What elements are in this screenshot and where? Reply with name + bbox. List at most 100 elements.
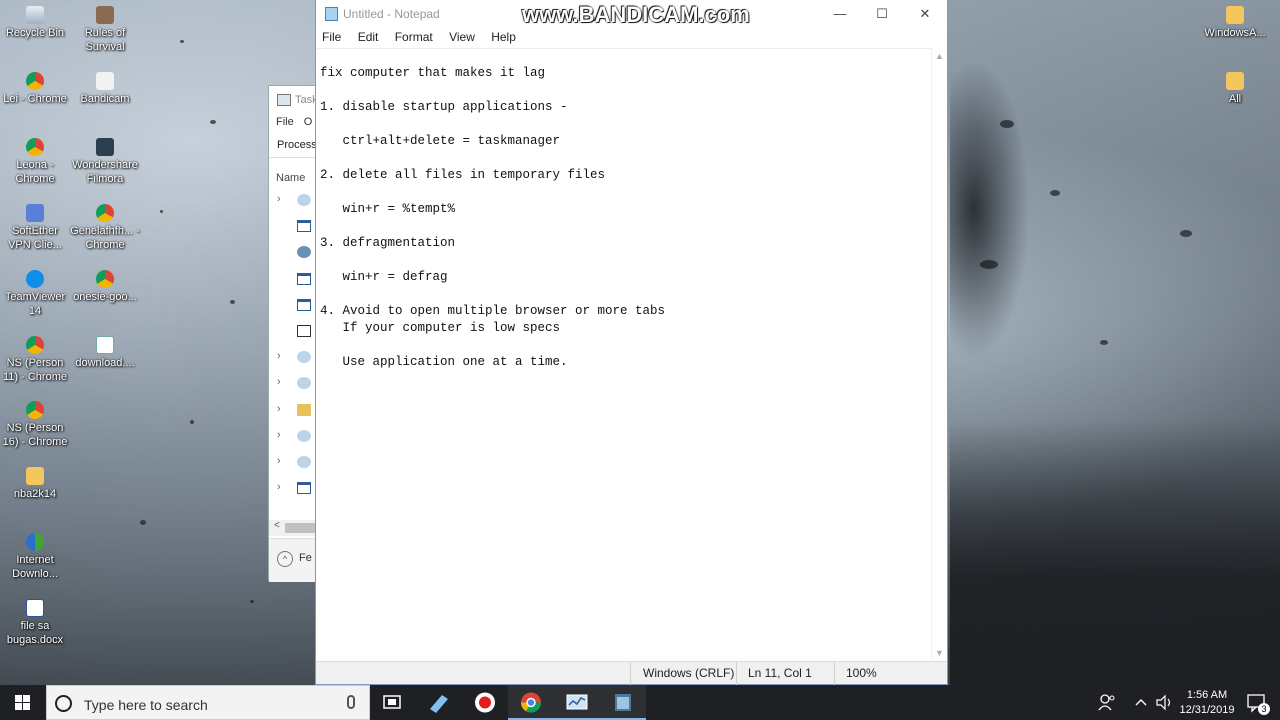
desktop-icon-teamviewer[interactable]: TeamViewer 14 (0, 270, 70, 318)
chrome-icon (26, 72, 44, 90)
desktop-icon-nba2k14[interactable]: nba2k14 (0, 467, 70, 501)
clock-time: 1:56 AM (1186, 689, 1228, 701)
window-icon (297, 272, 311, 285)
desktop-icon-label: Internet Downlo... (12, 554, 58, 580)
close-button[interactable]: ✕ (903, 0, 947, 28)
cortana-icon[interactable] (55, 695, 72, 712)
desktop-icon-ns-16[interactable]: NS (Person 16) - Chrome (0, 401, 70, 449)
menu-format[interactable]: Format (395, 30, 433, 44)
text-line: fix computer that makes it lag (320, 66, 546, 80)
notepad-menubar: File Edit Format View Help (316, 28, 947, 47)
text-editor-area[interactable]: fix computer that makes it lag 1. disabl… (316, 48, 933, 661)
clock-date: 12/31/2019 (1179, 704, 1235, 716)
desktop-icon-bandicam[interactable]: Bandicam (70, 72, 140, 106)
start-button[interactable] (0, 685, 46, 720)
scroll-left-arrow[interactable]: < (274, 520, 280, 531)
taskbar-app-chrome[interactable] (508, 685, 554, 720)
status-position: Ln 11, Col 1 (748, 666, 812, 680)
desktop-icon-label: TeamViewer 14 (4, 291, 66, 317)
notepad-icon (615, 694, 631, 711)
desktop-icon-recycle-bin[interactable]: Recycle Bin (0, 6, 70, 40)
desktop-icon-all[interactable]: All (1200, 72, 1270, 106)
people-button[interactable] (1094, 685, 1120, 720)
chevron-right-icon[interactable]: › (277, 455, 281, 467)
taskbar-app-notes[interactable] (416, 685, 462, 720)
chevron-right-icon[interactable]: › (277, 481, 281, 493)
filmora-icon (96, 138, 114, 156)
task-manager-icon (277, 94, 291, 106)
desktop-icon-download[interactable]: download.... (70, 336, 140, 370)
vpn-icon (26, 204, 44, 222)
taskbar-app-notepad[interactable] (600, 685, 646, 720)
window-title: Untitled - Notepad (343, 7, 440, 21)
taskbar-app-bandicam[interactable] (462, 685, 508, 720)
tm-menu-options[interactable]: O (304, 116, 313, 128)
desktop-icon-label: WindowsA... (1204, 27, 1266, 39)
chevron-right-icon[interactable]: › (277, 376, 281, 388)
menu-view[interactable]: View (449, 30, 475, 44)
folder-icon (1226, 72, 1244, 90)
menu-help[interactable]: Help (491, 30, 516, 44)
show-hidden-icons-button[interactable] (1130, 685, 1152, 720)
desktop-icon-windowsa[interactable]: WindowsA... (1200, 6, 1270, 40)
scroll-up-arrow[interactable]: ▲ (935, 51, 944, 61)
people-icon (1098, 694, 1115, 711)
taskbar-clock[interactable]: 1:56 AM 12/31/2019 (1176, 688, 1238, 718)
desktop-icon-filmora[interactable]: Wondershare Filmora (70, 138, 140, 186)
text-line: 3. defragmentation (320, 236, 456, 250)
fewer-details-label: Fe (299, 552, 312, 564)
window-icon (297, 298, 311, 311)
desktop-icon-label: NS (Person 16) - Chrome (2, 422, 68, 448)
desktop-icon-lei-chrome[interactable]: Lei - Chrome (0, 72, 70, 106)
desktop-icon-label: Leona - Chrome (15, 159, 55, 185)
action-center-button[interactable]: 3 (1242, 685, 1272, 720)
desktop-icon-label: All (1228, 93, 1242, 105)
notepad-icon (297, 324, 311, 337)
taskbar-search-box[interactable]: Type here to search (46, 685, 370, 720)
bandicam-icon (96, 72, 114, 90)
desktop-icon-label: Bandicam (80, 93, 130, 105)
chevron-right-icon[interactable]: › (277, 350, 281, 362)
gear-icon (297, 429, 311, 442)
desktop-icon-idm[interactable]: Internet Downlo... (0, 533, 70, 581)
desktop-icon-label: Genelafhfh... - Chrome (70, 225, 140, 251)
scroll-down-arrow[interactable]: ▼ (935, 648, 944, 658)
chevron-up-icon (1135, 699, 1147, 706)
word-doc-icon (26, 599, 44, 617)
desktop-icon-rules-of-survival[interactable]: Rules of Survival (70, 6, 140, 54)
maximize-button[interactable]: ☐ (860, 0, 904, 28)
notepad-window[interactable]: Untitled - Notepad www.BANDICAM.com — ☐ … (315, 0, 948, 685)
idm-icon (26, 533, 44, 551)
taskbar: Type here to search 1:56 AM 12/31/2019 3 (0, 685, 1280, 720)
taskbar-app-task-manager[interactable] (554, 685, 600, 720)
menu-file[interactable]: File (322, 30, 341, 44)
tm-menu-file[interactable]: File (276, 116, 294, 128)
desktop-icon-ns-11[interactable]: NS (Person 11) - Chrome (0, 336, 70, 384)
notepad-titlebar[interactable]: Untitled - Notepad www.BANDICAM.com — ☐ … (316, 0, 947, 28)
desktop-icon-softether[interactable]: SoftEther VPN Clie... (0, 204, 70, 252)
chevron-right-icon[interactable]: › (277, 429, 281, 441)
task-manager-icon (566, 694, 588, 710)
microphone-icon[interactable] (347, 695, 355, 709)
chevron-right-icon[interactable]: › (277, 193, 281, 205)
desktop-icon-genelafhfh[interactable]: Genelafhfh... - Chrome (70, 204, 140, 252)
bandicam-watermark: www.BANDICAM.com (522, 2, 750, 27)
desktop-icon-onesie[interactable]: onesie-goo... (70, 270, 140, 304)
desktop-icon-leona-chrome[interactable]: Leona - Chrome (0, 138, 70, 186)
status-bar: Windows (CRLF) Ln 11, Col 1 100% (316, 661, 947, 685)
chrome-icon (96, 270, 114, 288)
text-line: win+r = %tempt% (320, 202, 456, 216)
notification-icon (1247, 694, 1265, 713)
speaker-icon (1156, 694, 1171, 711)
minimize-button[interactable]: — (818, 0, 862, 28)
menu-edit[interactable]: Edit (358, 30, 379, 44)
volume-button[interactable] (1152, 685, 1176, 720)
desktop-icon-file-sa-bugas[interactable]: file sa bugas.docx (0, 599, 70, 647)
status-line-ending: Windows (CRLF) (643, 666, 735, 680)
search-placeholder: Type here to search (84, 697, 208, 713)
chevron-up-icon: ^ (277, 551, 293, 567)
vertical-scrollbar[interactable]: ▲ ▼ (931, 48, 947, 661)
task-view-button[interactable] (370, 685, 416, 720)
gear-icon (297, 194, 311, 206)
chevron-right-icon[interactable]: › (277, 403, 281, 415)
